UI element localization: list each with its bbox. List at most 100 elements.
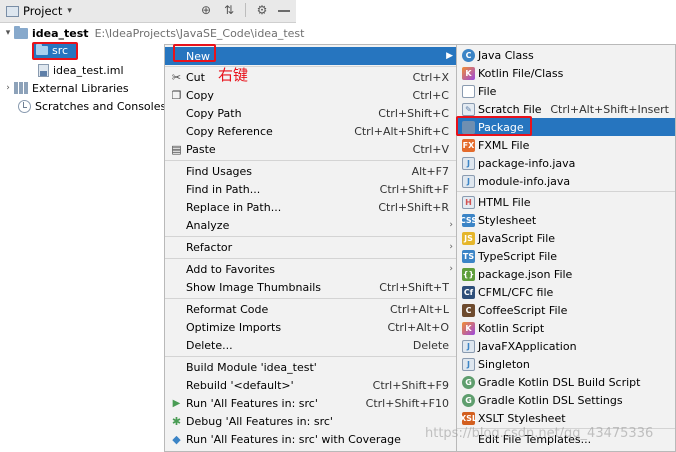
kotlin-icon: K	[462, 66, 475, 80]
menu-item-build-module[interactable]: Build Module 'idea_test'	[165, 358, 457, 376]
submenu-arrow-icon: ›	[449, 242, 453, 252]
submenu-item-kotlin-script[interactable]: K Kotlin Script	[457, 319, 675, 337]
submenu-item-file[interactable]: File	[457, 82, 675, 100]
tree-row-root[interactable]: ▾ idea_test E:\IdeaProjects\JavaSE_Code\…	[2, 24, 304, 42]
watermark: https://blog.csdn.net/qq_43475336	[425, 426, 654, 441]
collapse-all-icon[interactable]: ⇅	[222, 3, 236, 17]
iml-label: idea_test.iml	[53, 63, 124, 77]
paste-icon: ▤	[171, 142, 182, 156]
submenu-item-xslt-stylesheet[interactable]: XSL XSLT Stylesheet	[457, 409, 675, 427]
menu-item-copy-reference[interactable]: Copy Reference Ctrl+Alt+Shift+C	[165, 122, 457, 140]
project-panel-header: Project ▾ ⊕ ⇅ ⚙	[0, 0, 296, 23]
scissors-icon: ✂	[171, 70, 182, 84]
project-view-icon	[6, 5, 19, 17]
expand-arrow-icon[interactable]: ▾	[2, 28, 14, 38]
tree-row-iml[interactable]: idea_test.iml	[38, 61, 124, 79]
submenu-item-kotlin-file[interactable]: K Kotlin File/Class	[457, 64, 675, 82]
external-libraries-label: External Libraries	[32, 81, 129, 95]
submenu-item-html-file[interactable]: H HTML File	[457, 193, 675, 211]
coverage-icon: ◆	[172, 432, 181, 446]
java-file-icon: J	[462, 357, 475, 371]
package-highlight-box	[456, 116, 532, 136]
menu-item-show-image-thumbnails[interactable]: Show Image Thumbnails Ctrl+Shift+T	[165, 278, 457, 296]
new-submenu: C Java Class K Kotlin File/Class File ✎ …	[456, 44, 676, 452]
menu-separator	[165, 356, 457, 357]
xslt-icon: XSL	[459, 411, 478, 425]
module-file-icon	[38, 63, 49, 77]
locate-icon[interactable]: ⊕	[199, 3, 213, 17]
library-icon	[14, 82, 28, 94]
folder-icon	[14, 25, 28, 39]
menu-item-debug[interactable]: ✱ Debug 'All Features in: src'	[165, 412, 457, 430]
scratches-icon	[18, 99, 31, 113]
submenu-item-singleton[interactable]: J Singleton	[457, 355, 675, 373]
coffeescript-icon: C	[462, 303, 475, 317]
menu-item-refactor[interactable]: Refactor ›	[165, 238, 457, 256]
npm-icon: {}	[462, 267, 475, 281]
project-panel-title[interactable]: Project	[23, 4, 62, 18]
menu-item-run-with-coverage[interactable]: ◆ Run 'All Features in: src' with Covera…	[165, 430, 457, 448]
menu-item-rebuild[interactable]: Rebuild '<default>' Ctrl+Shift+F9	[165, 376, 457, 394]
tree-row-external-libraries[interactable]: › External Libraries	[2, 79, 129, 97]
scratch-file-icon: ✎	[462, 102, 475, 116]
css-icon: CSS	[459, 213, 478, 227]
project-name: idea_test	[32, 26, 89, 40]
menu-separator	[165, 66, 457, 67]
project-path: E:\IdeaProjects\JavaSE_Code\idea_test	[94, 26, 305, 40]
menu-item-optimize-imports[interactable]: Optimize Imports Ctrl+Alt+O	[165, 318, 457, 336]
scratches-label: Scratches and Consoles	[35, 99, 167, 113]
submenu-item-module-info[interactable]: J module-info.java	[457, 172, 675, 190]
file-icon	[462, 84, 475, 98]
debug-icon: ✱	[171, 414, 182, 428]
hide-icon[interactable]	[278, 10, 290, 12]
menu-separator	[165, 160, 457, 161]
toolbar-divider	[245, 3, 246, 17]
menu-item-delete[interactable]: Delete... Delete	[165, 336, 457, 354]
typescript-icon: TS	[462, 249, 475, 263]
submenu-arrow-icon: ▶	[446, 51, 453, 61]
submenu-item-package-info[interactable]: J package-info.java	[457, 154, 675, 172]
java-class-icon: C	[462, 48, 475, 62]
menu-item-reformat-code[interactable]: Reformat Code Ctrl+Alt+L	[165, 300, 457, 318]
gradle-icon: G	[462, 375, 475, 389]
submenu-item-stylesheet[interactable]: CSS Stylesheet	[457, 211, 675, 229]
submenu-arrow-icon: ›	[449, 220, 453, 230]
menu-item-copy-path[interactable]: Copy Path Ctrl+Shift+C	[165, 104, 457, 122]
run-icon: ▶	[172, 397, 181, 409]
java-file-icon: J	[462, 174, 475, 188]
menu-item-analyze[interactable]: Analyze ›	[165, 216, 457, 234]
menu-separator	[165, 258, 457, 259]
submenu-item-fxml-file[interactable]: FX FXML File	[457, 136, 675, 154]
submenu-item-javafx-application[interactable]: J JavaFXApplication	[457, 337, 675, 355]
java-file-icon: J	[462, 156, 475, 170]
submenu-item-javascript-file[interactable]: JS JavaScript File	[457, 229, 675, 247]
right-click-annotation: 右键	[218, 66, 249, 84]
submenu-item-package-json[interactable]: {} package.json File	[457, 265, 675, 283]
menu-item-copy[interactable]: ❐ Copy Ctrl+C	[165, 86, 457, 104]
tree-row-scratches[interactable]: Scratches and Consoles	[18, 97, 166, 115]
submenu-separator	[457, 191, 675, 192]
java-file-icon: J	[462, 339, 475, 353]
expand-arrow-icon[interactable]: ›	[2, 83, 14, 93]
menu-item-cut[interactable]: ✂ Cut Ctrl+X	[165, 68, 457, 86]
submenu-item-gradle-settings[interactable]: G Gradle Kotlin DSL Settings	[457, 391, 675, 409]
submenu-item-java-class[interactable]: C Java Class	[457, 46, 675, 64]
cfml-icon: Cf	[462, 285, 475, 299]
submenu-item-cfml-file[interactable]: Cf CFML/CFC file	[457, 283, 675, 301]
submenu-item-typescript-file[interactable]: TS TypeScript File	[457, 247, 675, 265]
menu-item-find-in-path[interactable]: Find in Path... Ctrl+Shift+F	[165, 180, 457, 198]
context-menu: New ▶ ✂ Cut Ctrl+X ❐ Copy Ctrl+C Copy Pa…	[164, 44, 458, 452]
gear-icon[interactable]: ⚙	[255, 3, 269, 17]
menu-item-run[interactable]: ▶ Run 'All Features in: src' Ctrl+Shift+…	[165, 394, 457, 412]
submenu-arrow-icon: ›	[449, 264, 453, 274]
submenu-item-gradle-build-script[interactable]: G Gradle Kotlin DSL Build Script	[457, 373, 675, 391]
javascript-icon: JS	[462, 231, 475, 245]
menu-item-add-to-favorites[interactable]: Add to Favorites ›	[165, 260, 457, 278]
menu-item-paste[interactable]: ▤ Paste Ctrl+V	[165, 140, 457, 158]
menu-item-find-usages[interactable]: Find Usages Alt+F7	[165, 162, 457, 180]
submenu-item-coffeescript-file[interactable]: C CoffeeScript File	[457, 301, 675, 319]
chevron-down-icon[interactable]: ▾	[67, 6, 72, 16]
menu-item-replace-in-path[interactable]: Replace in Path... Ctrl+Shift+R	[165, 198, 457, 216]
fxml-icon: FX	[462, 138, 475, 152]
menu-separator	[165, 298, 457, 299]
